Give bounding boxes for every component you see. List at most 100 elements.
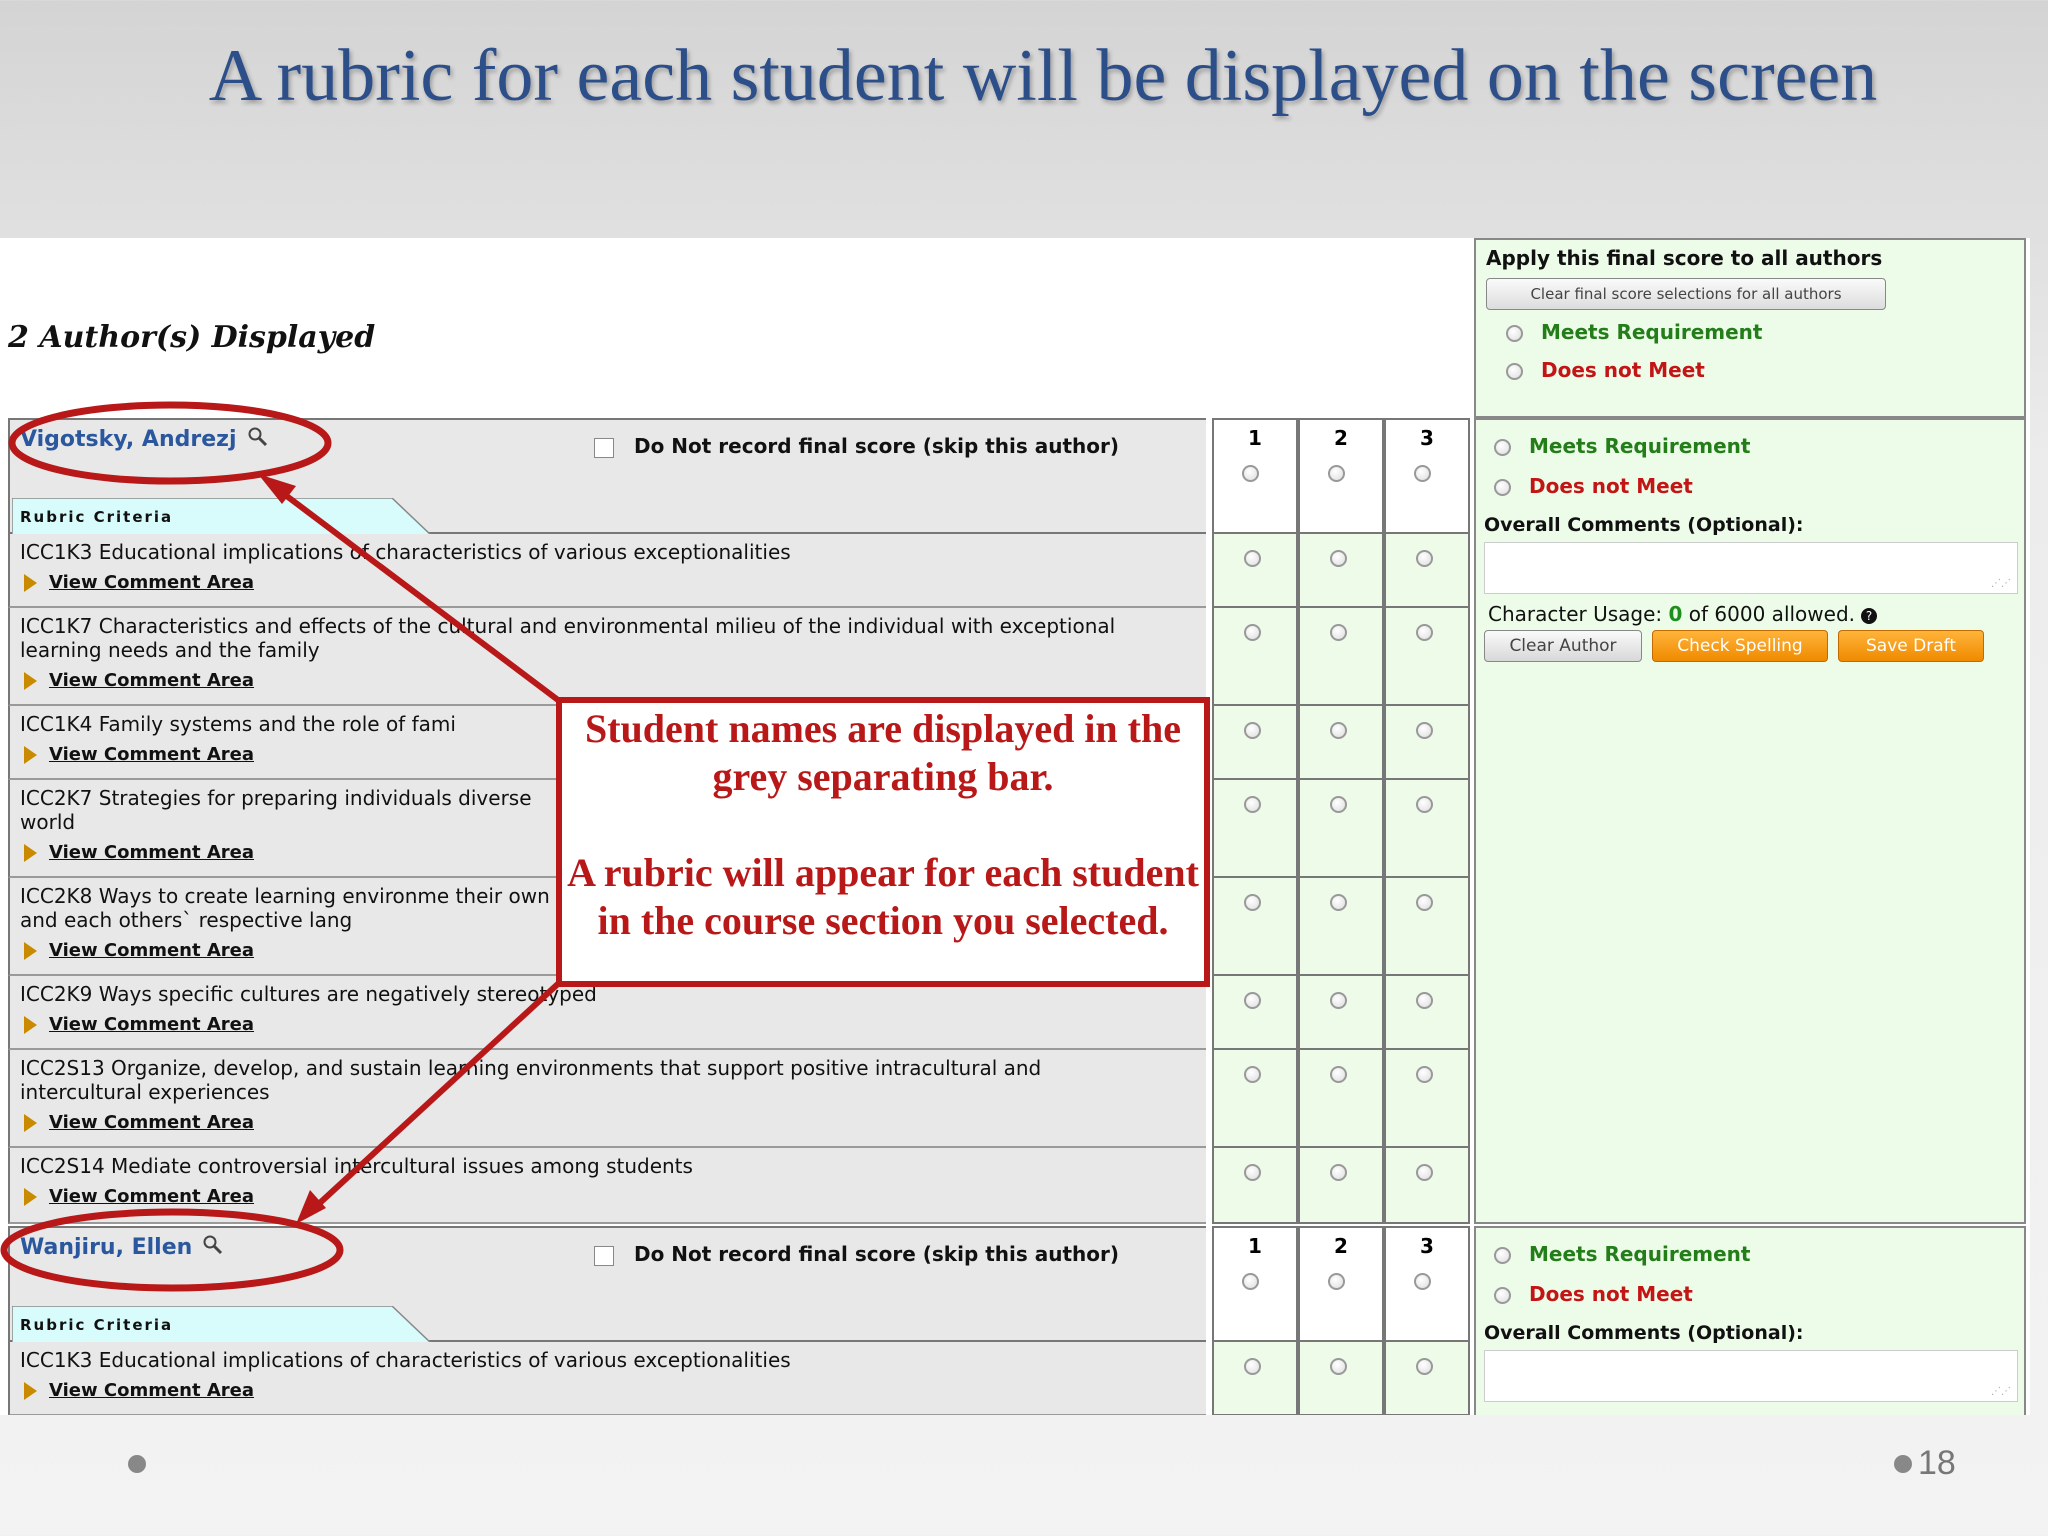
view-comment-link[interactable]: View Comment Area xyxy=(24,744,254,765)
radio-button[interactable] xyxy=(1506,325,1523,342)
author-name-link[interactable]: Wanjiru, Ellen xyxy=(20,1234,224,1262)
score-radio[interactable] xyxy=(1244,722,1261,739)
score-radio[interactable] xyxy=(1244,796,1261,813)
meets-requirement-option[interactable]: Meets Requirement xyxy=(1494,434,1750,458)
score-number: 3 xyxy=(1420,426,1434,450)
view-comment-link[interactable]: View Comment Area xyxy=(24,842,254,863)
score-radio[interactable] xyxy=(1416,992,1433,1009)
footer-bullet-icon xyxy=(128,1455,146,1473)
clear-author-button[interactable]: Clear Author xyxy=(1484,630,1642,662)
criterion-text: ICC2S14 Mediate controversial intercultu… xyxy=(20,1154,693,1178)
score-cell xyxy=(1384,1148,1470,1224)
skip-author-checkbox[interactable] xyxy=(594,437,614,458)
apply-all-not-meet-option[interactable]: Does not Meet xyxy=(1506,358,1705,382)
score-radio[interactable] xyxy=(1244,550,1261,567)
score-radio[interactable] xyxy=(1244,992,1261,1009)
help-icon[interactable]: ? xyxy=(1861,607,1878,624)
column-radio[interactable] xyxy=(1242,465,1259,482)
expand-triangle-icon xyxy=(24,1016,37,1034)
does-not-meet-option[interactable]: Does not Meet xyxy=(1494,1282,1693,1306)
apply-all-meets-option[interactable]: Meets Requirement xyxy=(1506,320,1762,344)
criteria-row: ICC1K3 Educational implications of chara… xyxy=(8,534,1206,608)
score-number: 2 xyxy=(1334,1234,1348,1258)
usage-prefix: Character Usage: xyxy=(1488,602,1669,626)
score-cell xyxy=(1298,976,1384,1050)
annotation-callout: Student names are displayed in the grey … xyxy=(556,697,1210,987)
resize-grip-icon[interactable]: ⋰⋰ xyxy=(1991,578,2011,589)
save-draft-button[interactable]: Save Draft xyxy=(1838,630,1984,662)
view-comment-label: View Comment Area xyxy=(49,842,255,863)
overall-comments-field[interactable]: ⋰⋰ xyxy=(1484,1350,2018,1402)
slide-title: A rubric for each student will be displa… xyxy=(208,35,1878,117)
score-radio[interactable] xyxy=(1244,894,1261,911)
radio-button[interactable] xyxy=(1494,1247,1511,1264)
view-comment-label: View Comment Area xyxy=(49,572,255,593)
author-name-link[interactable]: Vigotsky, Andrezj xyxy=(20,426,269,454)
skip-author-option[interactable]: Do Not record final score (skip this aut… xyxy=(594,434,1119,458)
magnifier-icon[interactable] xyxy=(247,426,269,454)
clear-all-scores-button[interactable]: Clear final score selections for all aut… xyxy=(1486,278,1886,310)
score-radio[interactable] xyxy=(1416,1358,1433,1375)
score-radio[interactable] xyxy=(1416,550,1433,567)
usage-suffix: of 6000 allowed. xyxy=(1682,602,1856,626)
view-comment-link[interactable]: View Comment Area xyxy=(24,1112,254,1133)
callout-text: Student names are displayed in the grey … xyxy=(584,706,1181,799)
score-radio[interactable] xyxy=(1416,796,1433,813)
column-radio[interactable] xyxy=(1242,1273,1259,1290)
column-radio[interactable] xyxy=(1328,1273,1345,1290)
view-comment-link[interactable]: View Comment Area xyxy=(24,670,254,691)
score-radio[interactable] xyxy=(1244,1066,1261,1083)
footer-bullet-icon xyxy=(1894,1455,1912,1473)
meets-requirement-option[interactable]: Meets Requirement xyxy=(1494,1242,1750,1266)
column-radio[interactable] xyxy=(1414,465,1431,482)
skip-author-option[interactable]: Do Not record final score (skip this aut… xyxy=(594,1242,1119,1266)
score-radio[interactable] xyxy=(1416,894,1433,911)
score-radio[interactable] xyxy=(1416,722,1433,739)
author-name: Vigotsky, Andrezj xyxy=(20,427,237,452)
skip-author-checkbox[interactable] xyxy=(594,1245,614,1266)
score-radio[interactable] xyxy=(1330,550,1347,567)
score-radio[interactable] xyxy=(1244,1164,1261,1181)
score-cell xyxy=(1384,1050,1470,1148)
score-radio[interactable] xyxy=(1330,722,1347,739)
view-comment-link[interactable]: View Comment Area xyxy=(24,940,254,961)
score-radio[interactable] xyxy=(1416,1066,1433,1083)
score-radio[interactable] xyxy=(1244,624,1261,641)
rubric-criteria-tab: Rubric Criteria xyxy=(12,1306,432,1344)
skip-author-label: Do Not record final score (skip this aut… xyxy=(634,434,1120,458)
score-radio[interactable] xyxy=(1330,796,1347,813)
radio-button[interactable] xyxy=(1494,1287,1511,1304)
score-radio[interactable] xyxy=(1416,624,1433,641)
score-radio[interactable] xyxy=(1416,1164,1433,1181)
criterion-text: ICC2K8 Ways to create learning environme… xyxy=(20,884,550,932)
criteria-row: ICC1K3 Educational implications of chara… xyxy=(8,1342,1206,1415)
overall-comments-field[interactable]: ⋰⋰ xyxy=(1484,542,2018,594)
check-spelling-button[interactable]: Check Spelling xyxy=(1652,630,1828,662)
view-comment-link[interactable]: View Comment Area xyxy=(24,572,254,593)
radio-button[interactable] xyxy=(1494,479,1511,496)
score-radio[interactable] xyxy=(1330,1066,1347,1083)
magnifier-icon[interactable] xyxy=(202,1234,224,1262)
view-comment-link[interactable]: View Comment Area xyxy=(24,1380,254,1401)
score-cell xyxy=(1384,1342,1470,1415)
view-comment-link[interactable]: View Comment Area xyxy=(24,1014,254,1035)
radio-button[interactable] xyxy=(1506,363,1523,380)
score-cell xyxy=(1212,608,1298,706)
resize-grip-icon[interactable]: ⋰⋰ xyxy=(1991,1386,2011,1397)
criterion-text: ICC2K7 Strategies for preparing individu… xyxy=(20,786,532,834)
column-radio[interactable] xyxy=(1328,465,1345,482)
score-radio[interactable] xyxy=(1330,1164,1347,1181)
score-radio[interactable] xyxy=(1244,1358,1261,1375)
column-radio[interactable] xyxy=(1414,1273,1431,1290)
score-radio[interactable] xyxy=(1330,992,1347,1009)
radio-button[interactable] xyxy=(1494,439,1511,456)
does-not-meet-option[interactable]: Does not Meet xyxy=(1494,474,1693,498)
score-radio[interactable] xyxy=(1330,894,1347,911)
score-cell xyxy=(1384,608,1470,706)
score-cell xyxy=(1212,706,1298,780)
overall-comments-label: Overall Comments (Optional): xyxy=(1484,1322,1804,1344)
expand-triangle-icon xyxy=(24,672,37,690)
score-radio[interactable] xyxy=(1330,624,1347,641)
score-radio[interactable] xyxy=(1330,1358,1347,1375)
view-comment-link[interactable]: View Comment Area xyxy=(24,1186,254,1207)
